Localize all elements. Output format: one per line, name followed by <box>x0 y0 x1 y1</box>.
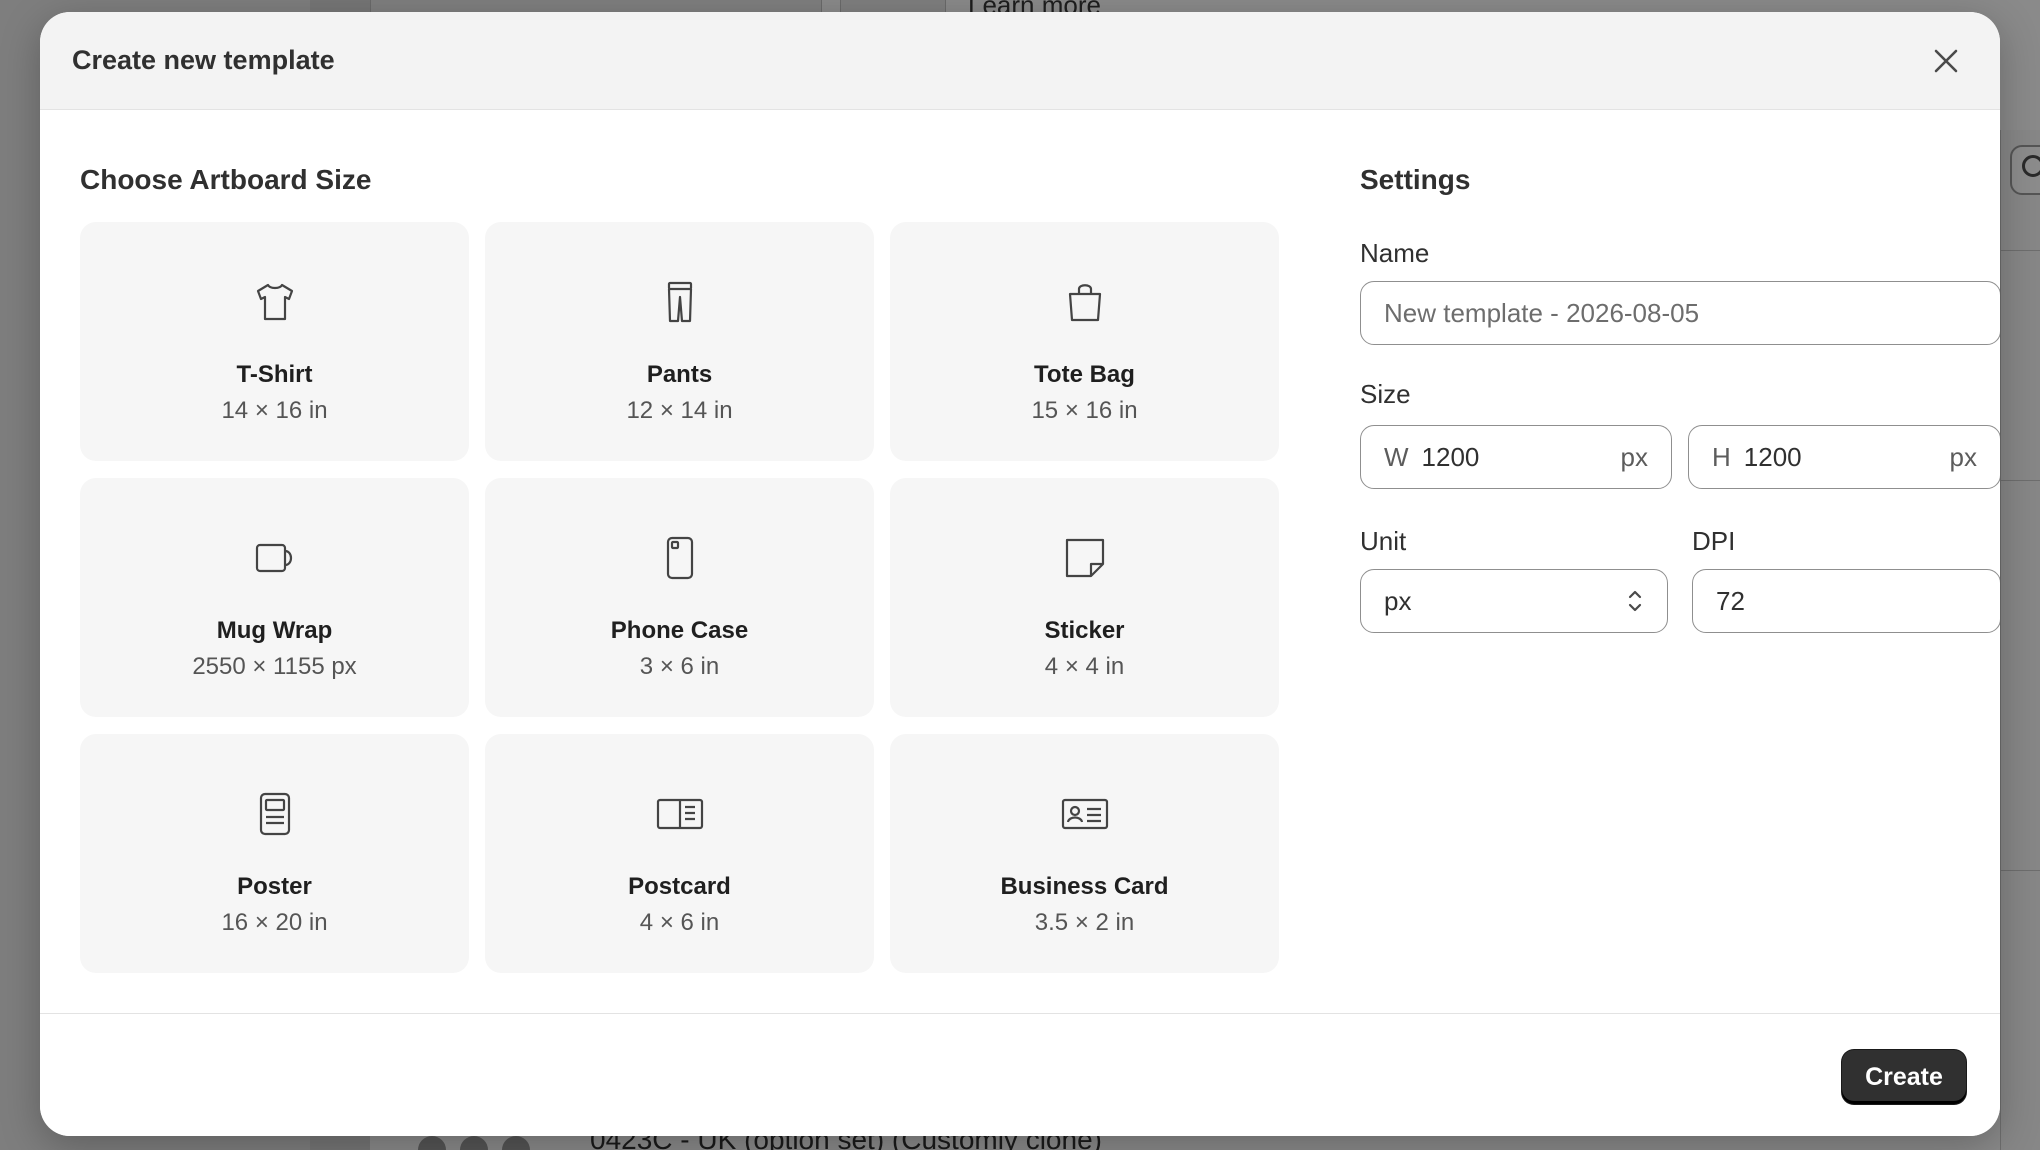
width-input[interactable]: W 1200 px <box>1360 425 1672 489</box>
card-name: Sticker <box>1044 617 1125 644</box>
unit-select-value: px <box>1384 585 1412 616</box>
phone-case-icon <box>656 534 704 582</box>
card-name: Tote Bag <box>1034 361 1135 388</box>
dpi-value: 72 <box>1716 585 1745 616</box>
card-dimensions: 14 × 16 in <box>221 397 328 424</box>
create-button[interactable]: Create <box>1842 1050 1966 1104</box>
card-name: Phone Case <box>610 617 749 644</box>
settings-heading: Settings <box>1360 164 1471 195</box>
select-arrows-icon <box>1626 587 1644 615</box>
unit-label: Unit <box>1360 526 1407 556</box>
card-dimensions: 2550 × 1155 px <box>192 653 357 680</box>
settings-panel: Settings Name New template - 2026-08-05 … <box>1320 111 2000 1026</box>
card-name: T-Shirt <box>236 361 313 388</box>
artboard-card-business-card[interactable]: Business Card 3.5 × 2 in <box>890 734 1279 973</box>
artboard-card-postcard[interactable]: Postcard 4 × 6 in <box>485 734 874 973</box>
close-icon <box>1934 49 1958 72</box>
width-prefix: W <box>1384 441 1409 472</box>
sticker-icon <box>1061 534 1109 582</box>
height-value: 1200 <box>1743 441 1802 472</box>
artboard-card-pants[interactable]: Pants 12 × 14 in <box>485 222 874 461</box>
dpi-input[interactable]: 72 <box>1692 569 2000 633</box>
postcard-icon <box>656 790 704 838</box>
artboard-card-sticker[interactable]: Sticker 4 × 4 in <box>890 478 1279 717</box>
background-avatars <box>418 1136 530 1150</box>
artboard-card-tote-bag[interactable]: Tote Bag 15 × 16 in <box>890 222 1279 461</box>
height-prefix: H <box>1712 441 1731 472</box>
artboard-card-phone-case[interactable]: Phone Case 3 × 6 in <box>485 478 874 717</box>
poster-icon <box>251 790 299 838</box>
business-card-icon <box>1061 790 1109 838</box>
card-dimensions: 4 × 6 in <box>639 909 720 936</box>
artboard-card-tshirt[interactable]: T-Shirt 14 × 16 in <box>80 222 469 461</box>
height-input[interactable]: H 1200 px <box>1688 425 2000 489</box>
tshirt-icon <box>251 278 299 326</box>
card-name: Pants <box>646 361 713 388</box>
modal-header: Create new template <box>40 12 2000 110</box>
card-name: Postcard <box>628 873 731 900</box>
height-unit: px <box>1949 441 1977 472</box>
background-right-column <box>2000 130 2040 1150</box>
artboard-heading: Choose Artboard Size <box>80 164 372 195</box>
name-label: Name <box>1360 238 1430 268</box>
size-label: Size <box>1360 379 1411 409</box>
card-dimensions: 3 × 6 in <box>639 653 720 680</box>
close-button[interactable] <box>1924 39 1968 83</box>
tote-bag-icon <box>1061 278 1109 326</box>
card-dimensions: 15 × 16 in <box>1031 397 1138 424</box>
card-dimensions: 4 × 4 in <box>1044 653 1125 680</box>
name-input[interactable]: New template - 2026-08-05 <box>1360 281 2000 345</box>
background-divider <box>2000 480 2040 481</box>
background-divider <box>2000 250 2040 251</box>
create-template-modal: Create new template Choose Artboard Size… <box>40 12 2000 1136</box>
artboard-card-mug-wrap[interactable]: Mug Wrap 2550 × 1155 px <box>80 478 469 717</box>
background-divider <box>2000 870 2040 871</box>
card-name: Poster <box>237 873 312 900</box>
artboard-grid: T-Shirt 14 × 16 in Pants 12 × 14 in Tote… <box>80 222 1321 973</box>
modal-title: Create new template <box>72 45 335 75</box>
card-name: Mug Wrap <box>216 617 333 644</box>
modal-footer: Create <box>40 1013 2000 1136</box>
width-unit: px <box>1620 441 1648 472</box>
card-dimensions: 16 × 20 in <box>221 909 328 936</box>
name-input-placeholder: New template - 2026-08-05 <box>1384 297 1700 328</box>
dpi-label: DPI <box>1692 526 1736 556</box>
unit-select[interactable]: px <box>1360 569 1668 633</box>
artboard-card-poster[interactable]: Poster 16 × 20 in <box>80 734 469 973</box>
modal-body: Choose Artboard Size T-Shirt 14 × 16 in <box>40 111 2000 1026</box>
background-search-icon <box>2022 155 2040 177</box>
pants-icon <box>656 278 704 326</box>
mug-icon <box>251 534 299 582</box>
width-value: 1200 <box>1421 441 1480 472</box>
card-name: Business Card <box>1000 873 1169 900</box>
card-dimensions: 3.5 × 2 in <box>1034 909 1135 936</box>
card-dimensions: 12 × 14 in <box>626 397 733 424</box>
